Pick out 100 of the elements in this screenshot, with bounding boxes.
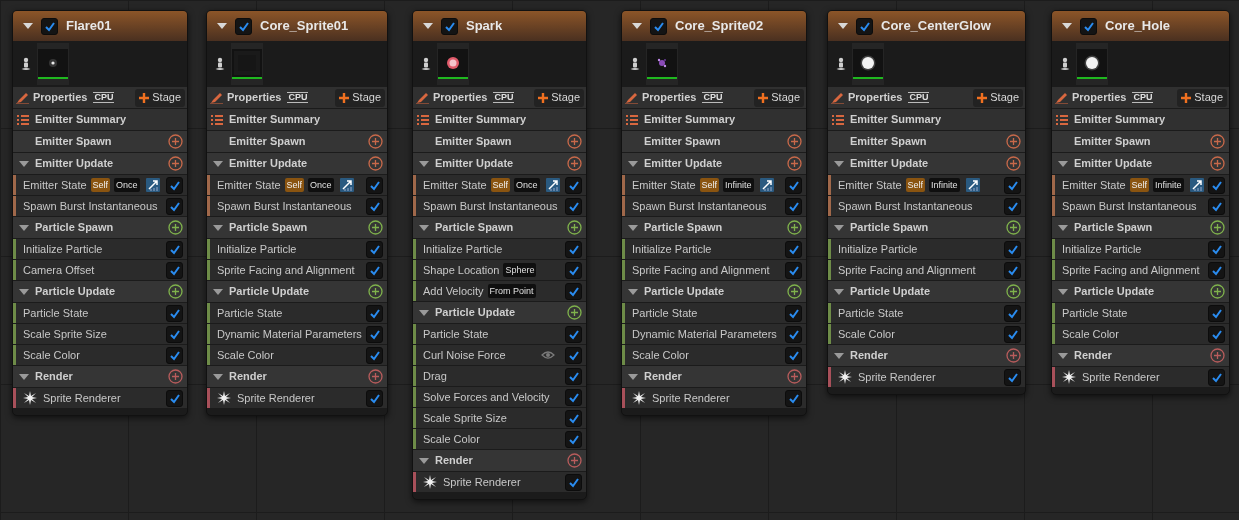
checkbox[interactable] [565,261,582,279]
checkbox[interactable] [565,240,582,258]
checkbox[interactable] [785,389,802,407]
module-label[interactable]: Drag [423,367,447,385]
stage-button[interactable]: Stage [135,88,185,107]
checkbox[interactable] [565,367,582,385]
checkbox[interactable] [166,176,183,194]
stage-button[interactable]: Stage [534,88,584,107]
checkbox[interactable] [1208,261,1225,279]
checkbox[interactable] [166,261,183,279]
checkbox[interactable] [1208,325,1225,343]
checkbox[interactable] [366,346,383,364]
module-label[interactable]: Emitter State [423,176,487,194]
eye-icon[interactable] [541,350,555,360]
checkbox[interactable] [366,304,383,322]
checkbox[interactable] [1004,240,1021,258]
properties-label[interactable]: Properties [33,89,88,106]
checkbox[interactable] [785,346,802,364]
expand-arrow-icon[interactable] [19,224,29,231]
add-icon[interactable] [168,284,183,299]
checkbox[interactable] [166,240,183,258]
checkbox[interactable] [1208,197,1225,215]
expand-arrow-icon[interactable] [1058,352,1068,359]
expand-arrow-icon[interactable] [1058,224,1068,231]
module-label[interactable]: Shape Location [423,261,500,279]
checkbox[interactable] [565,282,582,300]
checkbox[interactable] [785,176,802,194]
person-icon[interactable] [630,57,640,71]
expand-arrow-icon[interactable] [213,288,223,295]
checkbox[interactable] [785,240,802,258]
add-icon[interactable] [368,156,383,171]
curve-icon[interactable] [339,178,354,192]
properties-label[interactable]: Properties [1072,89,1127,106]
checkbox[interactable] [785,197,802,215]
checkbox[interactable] [1208,368,1225,386]
add-icon[interactable] [1210,156,1225,171]
expand-arrow-icon[interactable] [419,224,429,231]
expand-arrow-icon[interactable] [834,160,844,167]
checkbox[interactable] [650,17,667,35]
expand-arrow-icon[interactable] [834,352,844,359]
add-icon[interactable] [368,284,383,299]
add-icon[interactable] [787,284,802,299]
curve-icon[interactable] [965,178,980,192]
expand-arrow-icon[interactable] [628,160,638,167]
checkbox[interactable] [166,197,183,215]
expand-arrow-icon[interactable] [419,309,429,316]
checkbox[interactable] [1208,176,1225,194]
module-label[interactable]: Add Velocity [423,282,484,300]
checkbox[interactable] [565,325,582,343]
checkbox[interactable] [565,430,582,448]
checkbox[interactable] [166,325,183,343]
properties-label[interactable]: Properties [227,89,282,106]
collapse-arrow-icon[interactable] [632,23,642,29]
person-icon[interactable] [421,57,431,71]
checkbox[interactable] [166,304,183,322]
person-icon[interactable] [836,57,846,71]
module-label[interactable]: Emitter State [23,176,87,194]
checkbox[interactable] [366,240,383,258]
curve-icon[interactable] [759,178,774,192]
add-icon[interactable] [168,220,183,235]
expand-arrow-icon[interactable] [628,373,638,380]
add-icon[interactable] [567,305,582,320]
add-icon[interactable] [1006,134,1021,149]
checkbox[interactable] [166,346,183,364]
stage-button[interactable]: Stage [754,88,804,107]
checkbox[interactable] [785,304,802,322]
add-icon[interactable] [1006,284,1021,299]
stage-button[interactable]: Stage [1177,88,1227,107]
module-label[interactable]: Emitter State [838,176,902,194]
checkbox[interactable] [166,389,183,407]
expand-arrow-icon[interactable] [19,373,29,380]
stage-button[interactable]: Stage [335,88,385,107]
expand-arrow-icon[interactable] [213,160,223,167]
expand-arrow-icon[interactable] [419,160,429,167]
expand-arrow-icon[interactable] [1058,288,1068,295]
checkbox[interactable] [366,197,383,215]
checkbox[interactable] [441,17,458,35]
checkbox[interactable] [1208,240,1225,258]
checkbox[interactable] [785,325,802,343]
expand-arrow-icon[interactable] [628,224,638,231]
add-icon[interactable] [567,453,582,468]
checkbox[interactable] [565,346,582,364]
person-icon[interactable] [215,57,225,71]
expand-arrow-icon[interactable] [19,288,29,295]
checkbox[interactable] [565,388,582,406]
add-icon[interactable] [168,156,183,171]
add-icon[interactable] [368,134,383,149]
add-icon[interactable] [1006,348,1021,363]
checkbox[interactable] [1004,325,1021,343]
add-icon[interactable] [368,369,383,384]
checkbox[interactable] [856,17,873,35]
checkbox[interactable] [565,197,582,215]
collapse-arrow-icon[interactable] [423,23,433,29]
checkbox[interactable] [235,17,252,35]
checkbox[interactable] [565,473,582,491]
add-icon[interactable] [787,369,802,384]
checkbox[interactable] [366,261,383,279]
add-icon[interactable] [1210,348,1225,363]
module-label[interactable]: Emitter State [217,176,281,194]
checkbox[interactable] [41,17,58,35]
